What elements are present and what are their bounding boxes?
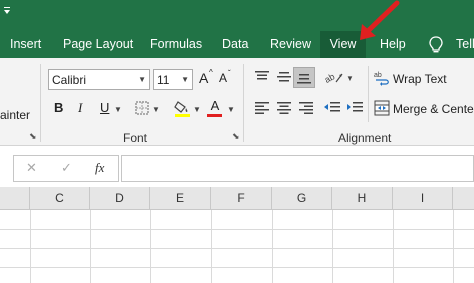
tab-page-layout[interactable]: Page Layout bbox=[63, 31, 133, 58]
cancel-icon[interactable]: ✕ bbox=[26, 160, 37, 176]
wrap-text-button[interactable]: Wrap Text bbox=[393, 72, 447, 86]
svg-text:ab: ab bbox=[324, 71, 336, 85]
merge-center-button[interactable]: Merge & Center bbox=[393, 102, 474, 116]
shrink-font-icon[interactable]: Aˇ bbox=[219, 69, 235, 89]
font-group-label: Font bbox=[123, 131, 148, 145]
font-size-value: 11 bbox=[157, 73, 170, 87]
column-header[interactable]: E bbox=[150, 187, 211, 210]
column-header[interactable] bbox=[453, 187, 474, 210]
tab-insert[interactable]: Insert bbox=[10, 31, 46, 58]
column-header[interactable]: G bbox=[272, 187, 332, 210]
grow-font-icon[interactable]: A ^ bbox=[199, 68, 215, 88]
chevron-down-icon[interactable]: ▼ bbox=[152, 105, 160, 114]
column-header[interactable]: H bbox=[332, 187, 393, 210]
chevron-down-icon: ▼ bbox=[138, 75, 146, 84]
underline-button[interactable]: U bbox=[100, 100, 109, 115]
merge-center-icon[interactable] bbox=[374, 100, 390, 119]
bold-button[interactable]: B bbox=[54, 100, 63, 115]
tab-formulas[interactable]: Formulas bbox=[150, 31, 202, 58]
fill-color-icon[interactable] bbox=[174, 99, 192, 120]
quick-access-arrow-icon[interactable] bbox=[3, 6, 11, 18]
tab-tell-me[interactable]: Tell bbox=[456, 31, 474, 58]
column-header[interactable]: F bbox=[211, 187, 272, 210]
decrease-indent-icon[interactable] bbox=[323, 101, 341, 118]
group-separator bbox=[368, 66, 369, 122]
chevron-down-icon[interactable]: ▼ bbox=[193, 105, 201, 114]
align-center-icon[interactable] bbox=[276, 101, 292, 118]
align-right-icon[interactable] bbox=[298, 101, 314, 118]
chevron-down-icon: ▼ bbox=[181, 75, 189, 84]
insert-function-button[interactable]: fx bbox=[95, 160, 104, 176]
font-name-value: Calibri bbox=[52, 73, 87, 87]
font-name-combobox[interactable]: Calibri ▼ bbox=[48, 69, 150, 90]
svg-text:ab: ab bbox=[374, 72, 382, 79]
borders-icon[interactable] bbox=[135, 101, 149, 118]
enter-icon[interactable]: ✓ bbox=[61, 160, 72, 176]
select-all-corner[interactable] bbox=[0, 187, 30, 210]
formula-bar-controls: ✕ ✓ fx bbox=[13, 155, 119, 182]
chevron-down-icon[interactable]: ▼ bbox=[114, 105, 122, 114]
lightbulb-icon[interactable] bbox=[427, 35, 445, 55]
font-size-combobox[interactable]: 11 ▼ bbox=[153, 69, 193, 90]
font-color-icon[interactable]: A bbox=[207, 98, 223, 118]
increase-indent-icon[interactable] bbox=[346, 101, 364, 118]
column-header[interactable]: D bbox=[90, 187, 150, 210]
pointer-arrow-annotation bbox=[360, 0, 400, 40]
orientation-icon[interactable]: ab bbox=[323, 69, 344, 88]
tab-review[interactable]: Review bbox=[270, 31, 312, 58]
chevron-down-icon[interactable]: ▼ bbox=[227, 105, 235, 114]
align-top-icon[interactable] bbox=[254, 70, 270, 87]
format-painter-label[interactable]: ainter bbox=[0, 108, 30, 122]
alignment-group-label: Alignment bbox=[338, 131, 392, 145]
column-header[interactable]: C bbox=[30, 187, 90, 210]
group-separator bbox=[40, 64, 41, 142]
column-header[interactable]: I bbox=[393, 187, 453, 210]
dialog-launcher-icon[interactable]: ⬊ bbox=[232, 131, 242, 141]
formula-input[interactable] bbox=[121, 155, 474, 182]
align-middle-icon[interactable] bbox=[276, 70, 292, 87]
italic-button[interactable]: I bbox=[78, 100, 82, 116]
align-left-icon[interactable] bbox=[254, 101, 270, 118]
dialog-launcher-icon[interactable]: ⬊ bbox=[29, 131, 39, 141]
wrap-text-icon[interactable]: ab bbox=[374, 70, 390, 89]
align-bottom-icon[interactable] bbox=[293, 67, 315, 88]
group-separator bbox=[243, 64, 244, 142]
chevron-down-icon[interactable]: ▼ bbox=[346, 74, 354, 83]
tab-data[interactable]: Data bbox=[222, 31, 252, 58]
